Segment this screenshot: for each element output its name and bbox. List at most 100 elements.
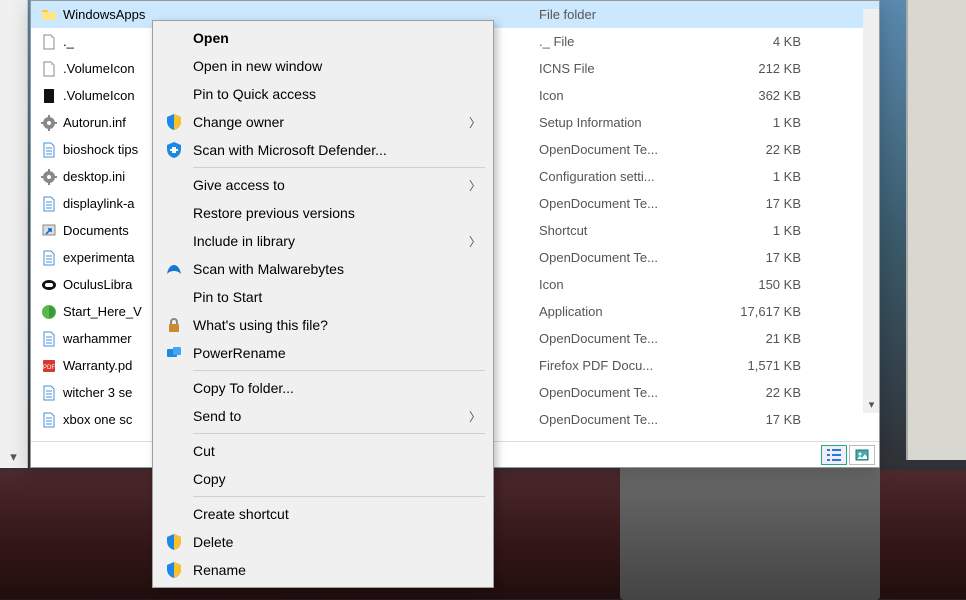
- context-menu-item[interactable]: Send to〉: [153, 402, 493, 430]
- context-menu-label: Open: [193, 30, 465, 46]
- malwarebytes-icon: [163, 259, 185, 279]
- context-menu-label: Change owner: [193, 114, 465, 130]
- blank-icon: [163, 504, 185, 524]
- context-menu-label: Restore previous versions: [193, 205, 465, 221]
- shield-admin-icon: [163, 532, 185, 552]
- file-icon: [39, 142, 59, 158]
- file-size: 1 KB: [719, 169, 809, 184]
- file-type: Application: [539, 304, 719, 319]
- context-menu-label: PowerRename: [193, 345, 465, 361]
- lock-icon: [163, 315, 185, 335]
- file-size: 150 KB: [719, 277, 809, 292]
- file-type: ICNS File: [539, 61, 719, 76]
- context-menu-label: Cut: [193, 443, 465, 459]
- blank-icon: [163, 28, 185, 48]
- file-icon: [39, 34, 59, 50]
- file-type: Setup Information: [539, 115, 719, 130]
- context-menu-item[interactable]: Delete: [153, 528, 493, 556]
- context-menu-separator: [193, 370, 485, 371]
- context-menu-item[interactable]: Open: [153, 24, 493, 52]
- context-menu-label: What's using this file?: [193, 317, 465, 333]
- vertical-scrollbar[interactable]: ▾: [863, 9, 879, 413]
- context-menu-label: Give access to: [193, 177, 465, 193]
- context-menu-separator: [193, 496, 485, 497]
- folder-icon: [39, 7, 59, 23]
- view-details-button[interactable]: [821, 445, 847, 465]
- file-type: ._ File: [539, 34, 719, 49]
- context-menu-item[interactable]: Create shortcut: [153, 500, 493, 528]
- file-size: 4 KB: [719, 34, 809, 49]
- context-menu-separator: [193, 433, 485, 434]
- context-menu-item[interactable]: Include in library〉: [153, 227, 493, 255]
- blank-icon: [163, 378, 185, 398]
- context-menu-label: Copy To folder...: [193, 380, 465, 396]
- file-size: 1 KB: [719, 223, 809, 238]
- file-icon: [39, 196, 59, 212]
- shield-admin-icon: [163, 560, 185, 580]
- blank-icon: [163, 84, 185, 104]
- file-icon: [39, 223, 59, 239]
- context-menu-item[interactable]: PowerRename: [153, 339, 493, 367]
- file-size: 22 KB: [719, 385, 809, 400]
- chevron-right-icon: 〉: [469, 408, 481, 425]
- powerrename-icon: [163, 343, 185, 363]
- file-type: Configuration setti...: [539, 169, 719, 184]
- context-menu-label: Copy: [193, 471, 465, 487]
- file-icon: PDF: [39, 358, 59, 374]
- file-type: OpenDocument Te...: [539, 142, 719, 157]
- blank-icon: [163, 231, 185, 251]
- context-menu-item[interactable]: Give access to〉: [153, 171, 493, 199]
- file-size: 1 KB: [719, 115, 809, 130]
- context-menu: Open Open in new window Pin to Quick acces…: [152, 20, 494, 588]
- file-size: 212 KB: [719, 61, 809, 76]
- context-menu-label: Pin to Start: [193, 289, 465, 305]
- context-menu-item[interactable]: Pin to Start: [153, 283, 493, 311]
- defender-icon: [163, 140, 185, 160]
- file-icon: [39, 385, 59, 401]
- context-menu-item[interactable]: Rename: [153, 556, 493, 584]
- file-size: 17 KB: [719, 412, 809, 427]
- context-menu-item[interactable]: Scan with Malwarebytes: [153, 255, 493, 283]
- blank-icon: [163, 56, 185, 76]
- context-menu-label: Scan with Microsoft Defender...: [193, 142, 465, 158]
- context-menu-item[interactable]: Copy: [153, 465, 493, 493]
- blank-icon: [163, 287, 185, 307]
- file-size: 21 KB: [719, 331, 809, 346]
- context-menu-label: Open in new window: [193, 58, 465, 74]
- file-icon: [39, 169, 59, 185]
- blank-icon: [163, 469, 185, 489]
- context-menu-item[interactable]: Open in new window: [153, 52, 493, 80]
- file-size: 22 KB: [719, 142, 809, 157]
- chevron-down-icon[interactable]: ▾: [864, 395, 879, 413]
- context-menu-item[interactable]: Scan with Microsoft Defender...: [153, 136, 493, 164]
- context-menu-item[interactable]: Restore previous versions: [153, 199, 493, 227]
- file-type: Firefox PDF Docu...: [539, 358, 719, 373]
- chevron-right-icon: 〉: [469, 233, 481, 250]
- context-menu-label: Include in library: [193, 233, 465, 249]
- file-type: OpenDocument Te...: [539, 196, 719, 211]
- file-type: File folder: [539, 7, 719, 22]
- file-size: 362 KB: [719, 88, 809, 103]
- file-type: Icon: [539, 277, 719, 292]
- context-menu-label: Scan with Malwarebytes: [193, 261, 465, 277]
- file-type: Shortcut: [539, 223, 719, 238]
- file-size: 17 KB: [719, 196, 809, 211]
- context-menu-label: Pin to Quick access: [193, 86, 465, 102]
- view-thumbnails-button[interactable]: [849, 445, 875, 465]
- shield-admin-icon: [163, 112, 185, 132]
- context-menu-item[interactable]: Change owner〉: [153, 108, 493, 136]
- left-panel-scroll[interactable]: ▾: [0, 0, 28, 468]
- context-menu-item[interactable]: Pin to Quick access: [153, 80, 493, 108]
- file-icon: [39, 304, 59, 320]
- file-type: OpenDocument Te...: [539, 250, 719, 265]
- context-menu-item[interactable]: Cut: [153, 437, 493, 465]
- blank-icon: [163, 406, 185, 426]
- file-size: 1,571 KB: [719, 358, 809, 373]
- file-type: OpenDocument Te...: [539, 331, 719, 346]
- chevron-down-icon[interactable]: ▾: [0, 446, 27, 468]
- context-menu-item[interactable]: Copy To folder...: [153, 374, 493, 402]
- file-icon: [39, 277, 59, 293]
- context-menu-item[interactable]: What's using this file?: [153, 311, 493, 339]
- context-menu-label: Create shortcut: [193, 506, 465, 522]
- file-icon: [39, 250, 59, 266]
